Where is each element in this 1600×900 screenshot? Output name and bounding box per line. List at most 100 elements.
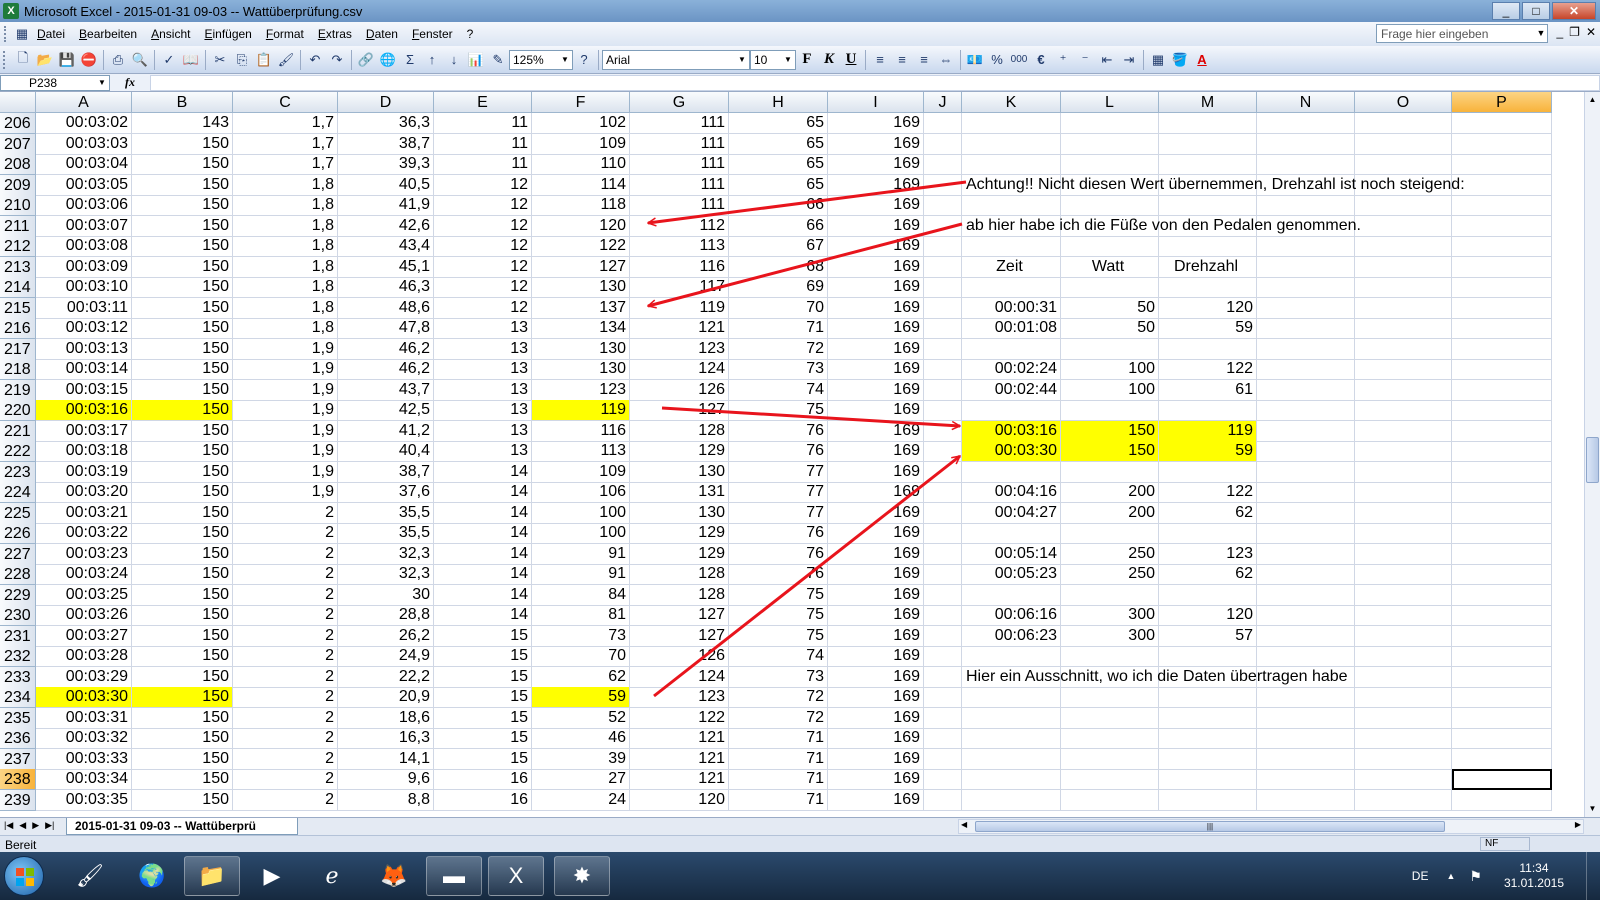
row-header[interactable]: 232 (0, 646, 36, 667)
cell-p215[interactable] (1452, 297, 1552, 319)
cell-j230[interactable] (924, 605, 962, 626)
cell-b216[interactable]: 150 (132, 318, 233, 339)
cell-g234[interactable]: 123 (630, 687, 729, 708)
cell-h224[interactable]: 77 (729, 482, 828, 503)
cell-i211[interactable]: 169 (828, 215, 924, 237)
cell-g229[interactable]: 128 (630, 584, 729, 606)
autosum-icon[interactable]: Σ (399, 49, 421, 71)
cell-g213[interactable]: 116 (630, 256, 729, 278)
row-header[interactable]: 220 (0, 400, 36, 421)
cell-p238[interactable] (1452, 769, 1552, 790)
cut-icon[interactable]: ✂ (209, 49, 231, 71)
increase-decimal-icon[interactable]: ⁺ (1052, 49, 1074, 71)
cell-d238[interactable]: 9,6 (338, 769, 434, 790)
cell-a228[interactable]: 00:03:24 (36, 564, 132, 585)
cell-c210[interactable]: 1,8 (233, 195, 338, 216)
cell-m212[interactable] (1159, 236, 1257, 257)
cell-c238[interactable]: 2 (233, 769, 338, 790)
cell-e214[interactable]: 12 (434, 277, 532, 298)
cell-a209[interactable]: 00:03:05 (36, 174, 132, 196)
cell-g232[interactable]: 126 (630, 646, 729, 667)
cell-h214[interactable]: 69 (729, 277, 828, 298)
cell-i219[interactable]: 169 (828, 379, 924, 401)
cell-h212[interactable]: 67 (729, 236, 828, 257)
cell-d235[interactable]: 18,6 (338, 707, 434, 729)
cell-d221[interactable]: 41,2 (338, 420, 434, 442)
cell-a234[interactable]: 00:03:30 (36, 687, 132, 708)
cell-j215[interactable] (924, 297, 962, 319)
next-sheet-icon[interactable]: ▶ (32, 820, 39, 831)
cell-d208[interactable]: 39,3 (338, 154, 434, 175)
cell-o224[interactable] (1355, 482, 1452, 503)
cell-i233[interactable]: 169 (828, 666, 924, 688)
cell-b226[interactable]: 150 (132, 523, 233, 544)
cell-o236[interactable] (1355, 728, 1452, 749)
copy-icon[interactable]: ⎘ (231, 49, 253, 71)
cell-c228[interactable]: 2 (233, 564, 338, 585)
menu-datei[interactable]: Datei (30, 25, 72, 43)
cell-n239[interactable] (1257, 789, 1355, 811)
cell-e211[interactable]: 12 (434, 215, 532, 237)
row-header[interactable]: 229 (0, 584, 36, 606)
cell-d239[interactable]: 8,8 (338, 789, 434, 811)
cell-p228[interactable] (1452, 564, 1552, 585)
cell-p227[interactable] (1452, 543, 1552, 565)
cell-k207[interactable] (962, 133, 1061, 155)
cell-l232[interactable] (1061, 646, 1159, 667)
hyperlink-icon[interactable]: 🔗 (355, 49, 377, 71)
summary-header-2[interactable]: Drehzahl (1159, 256, 1257, 278)
cell-d215[interactable]: 48,6 (338, 297, 434, 319)
cell-n238[interactable] (1257, 769, 1355, 790)
cell-g239[interactable]: 120 (630, 789, 729, 811)
cell-f215[interactable]: 137 (532, 297, 630, 319)
cell-a213[interactable]: 00:03:09 (36, 256, 132, 278)
bold-button[interactable]: F (796, 49, 818, 71)
cell-o215[interactable] (1355, 297, 1452, 319)
cell-f227[interactable]: 91 (532, 543, 630, 565)
doc-close-icon[interactable]: ✕ (1586, 25, 1596, 39)
cell-c222[interactable]: 1,9 (233, 441, 338, 462)
cell-n210[interactable] (1257, 195, 1355, 216)
cell-p210[interactable] (1452, 195, 1552, 216)
cell-m236[interactable] (1159, 728, 1257, 749)
cell-j239[interactable] (924, 789, 962, 811)
close-button[interactable]: ✕ (1552, 2, 1596, 20)
column-header-k[interactable]: K (962, 92, 1061, 113)
cell-d236[interactable]: 16,3 (338, 728, 434, 749)
cell-o234[interactable] (1355, 687, 1452, 708)
cell-a217[interactable]: 00:03:13 (36, 338, 132, 360)
row-header[interactable]: 215 (0, 297, 36, 319)
column-header-b[interactable]: B (132, 92, 233, 113)
cell-o211[interactable] (1355, 215, 1452, 237)
cell-l215[interactable]: 50 (1061, 297, 1159, 319)
cell-k223[interactable] (962, 461, 1061, 483)
column-header-c[interactable]: C (233, 92, 338, 113)
cell-g207[interactable]: 111 (630, 133, 729, 155)
sheet-tab[interactable]: 2015-01-31 09-03 -- Wattüberprü (66, 818, 298, 835)
cell-c211[interactable]: 1,8 (233, 215, 338, 237)
cell-n231[interactable] (1257, 625, 1355, 647)
row-header[interactable]: 224 (0, 482, 36, 503)
cell-f216[interactable]: 134 (532, 318, 630, 339)
cell-j206[interactable] (924, 113, 962, 134)
cell-e228[interactable]: 14 (434, 564, 532, 585)
horizontal-scrollbar[interactable]: ◀ ||| ▶ (958, 819, 1584, 834)
cell-k206[interactable] (962, 113, 1061, 134)
cell-b238[interactable]: 150 (132, 769, 233, 790)
cell-f238[interactable]: 27 (532, 769, 630, 790)
currency-icon[interactable]: 💶 (964, 49, 986, 71)
cell-m232[interactable] (1159, 646, 1257, 667)
cell-f232[interactable]: 70 (532, 646, 630, 667)
cell-i213[interactable]: 169 (828, 256, 924, 278)
cell-b237[interactable]: 150 (132, 748, 233, 770)
cell-f225[interactable]: 100 (532, 502, 630, 524)
cell-e217[interactable]: 13 (434, 338, 532, 360)
open-folder-icon[interactable]: 📂 (34, 49, 56, 71)
cell-c206[interactable]: 1,7 (233, 113, 338, 134)
column-header-p[interactable]: P (1452, 92, 1552, 113)
cell-n222[interactable] (1257, 441, 1355, 462)
cell-m229[interactable] (1159, 584, 1257, 606)
cell-g233[interactable]: 124 (630, 666, 729, 688)
cell-a219[interactable]: 00:03:15 (36, 379, 132, 401)
cell-p218[interactable] (1452, 359, 1552, 380)
